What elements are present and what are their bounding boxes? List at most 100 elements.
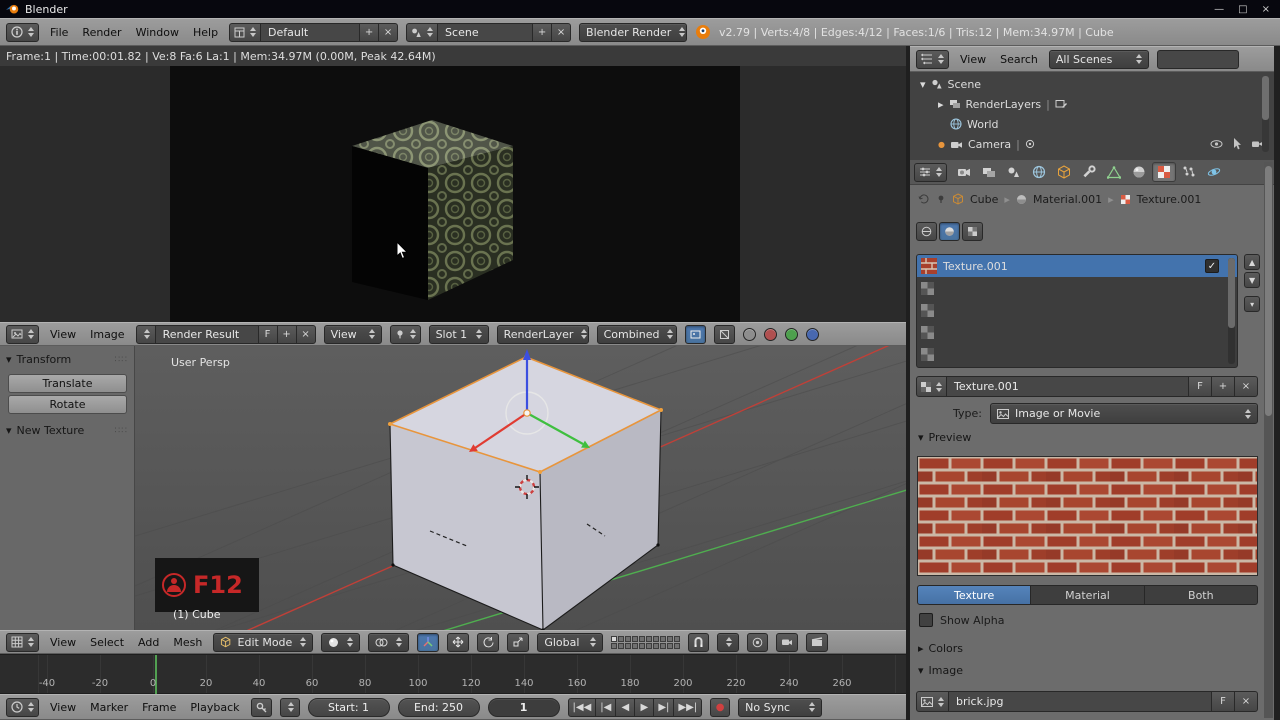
- texture-slot-row-empty[interactable]: [917, 277, 1237, 299]
- channel-luma-toggle[interactable]: [742, 327, 756, 341]
- image-panel-header[interactable]: ▾ Image: [918, 664, 1258, 677]
- outliner-item-scene[interactable]: ▾ Scene: [920, 74, 981, 94]
- manipulator-translate-button[interactable]: [447, 632, 470, 652]
- sync-mode-dropdown[interactable]: No Sync: [738, 697, 823, 717]
- breadcrumb-texture[interactable]: Texture.001: [1137, 193, 1202, 206]
- image-paint-toggle[interactable]: [684, 324, 706, 344]
- screen-layout-add-button[interactable]: +: [359, 22, 380, 42]
- auto-keyframe-record-button[interactable]: ●: [710, 697, 731, 717]
- previous-keyframe-button[interactable]: |◀: [595, 697, 617, 717]
- editor-type-button-info[interactable]: [6, 22, 39, 42]
- tab-material[interactable]: [1127, 162, 1151, 182]
- frame-start-field[interactable]: Start: 1: [307, 697, 390, 717]
- translate-button[interactable]: Translate: [8, 374, 127, 393]
- pivot-point-dropdown[interactable]: [368, 632, 410, 652]
- image-browse-button[interactable]: [135, 324, 156, 344]
- viewport-shading-dropdown[interactable]: [321, 632, 361, 652]
- editor-type-button-outliner[interactable]: [916, 49, 949, 69]
- menu-help[interactable]: Help: [190, 26, 221, 39]
- frame-end-field[interactable]: End: 250: [397, 697, 480, 717]
- menu-add[interactable]: Add: [135, 636, 162, 649]
- outliner-filter-input[interactable]: [1156, 49, 1239, 69]
- render-opengl-button[interactable]: [776, 632, 799, 652]
- outliner-item-renderlayers[interactable]: ▸ RenderLayers |: [938, 94, 1067, 114]
- snap-element-dropdown[interactable]: [717, 632, 740, 652]
- slot-move-down-button[interactable]: ▼: [1244, 272, 1261, 288]
- menu-view-timeline[interactable]: View: [47, 701, 79, 714]
- play-reverse-button[interactable]: ◀: [615, 697, 636, 717]
- play-button[interactable]: ▶: [634, 697, 655, 717]
- colors-panel-header[interactable]: ▸ Colors: [918, 642, 1258, 655]
- menu-frame[interactable]: Frame: [139, 701, 179, 714]
- visibility-eye-icon[interactable]: [1210, 139, 1223, 149]
- menu-image[interactable]: Image: [87, 328, 127, 341]
- menu-search[interactable]: Search: [997, 53, 1041, 66]
- orientation-dropdown[interactable]: Global: [537, 632, 604, 652]
- scene-name[interactable]: Scene: [437, 22, 534, 42]
- jump-to-end-button[interactable]: ▶▶|: [673, 697, 703, 717]
- menu-marker[interactable]: Marker: [87, 701, 131, 714]
- preview-both-tab[interactable]: Both: [1143, 585, 1258, 605]
- scene-delete-button[interactable]: ×: [551, 22, 572, 42]
- tab-world[interactable]: [1027, 162, 1051, 182]
- screen-layout-name[interactable]: Default: [260, 22, 361, 42]
- render-opengl-anim-button[interactable]: [806, 632, 829, 652]
- mode-dropdown[interactable]: Edit Mode: [213, 632, 314, 652]
- window-minimize-button[interactable]: —: [1214, 4, 1224, 15]
- preview-texture-tab[interactable]: Texture: [917, 585, 1032, 605]
- tab-scene[interactable]: [1002, 162, 1026, 182]
- properties-scrollbar[interactable]: [1264, 162, 1273, 718]
- menu-file[interactable]: File: [47, 26, 71, 39]
- tab-render[interactable]: [952, 162, 976, 182]
- image-datablock-name[interactable]: Render Result: [154, 324, 259, 344]
- proportional-edit-button[interactable]: [747, 632, 769, 652]
- menu-view-image-editor[interactable]: View: [47, 328, 79, 341]
- current-frame-field[interactable]: 1: [487, 697, 560, 717]
- outliner-item-label[interactable]: Camera: [968, 138, 1011, 151]
- current-frame-playhead[interactable]: [155, 655, 157, 695]
- next-keyframe-button[interactable]: ▶|: [653, 697, 675, 717]
- keying-set-menu-button[interactable]: [279, 697, 300, 717]
- tab-particles[interactable]: [1177, 162, 1201, 182]
- menu-playback[interactable]: Playback: [187, 701, 242, 714]
- menu-view-outliner[interactable]: View: [957, 53, 989, 66]
- image-file-fake-user-button[interactable]: F: [1211, 691, 1235, 712]
- outliner-item-label[interactable]: Scene: [948, 78, 982, 91]
- texture-slot-row-empty[interactable]: [917, 343, 1237, 365]
- snap-toggle-button[interactable]: [688, 632, 710, 652]
- outliner-item-label[interactable]: World: [967, 118, 999, 131]
- tab-physics[interactable]: [1202, 162, 1226, 182]
- image-view-mode-dropdown[interactable]: View: [323, 324, 382, 344]
- world-texture-toggle[interactable]: [916, 222, 937, 241]
- menu-select[interactable]: Select: [87, 636, 127, 649]
- manipulator-scale-button[interactable]: [507, 632, 530, 652]
- manipulator-toggle-button[interactable]: [417, 632, 440, 652]
- texture-fake-user-button[interactable]: F: [1188, 376, 1212, 397]
- rotate-button[interactable]: Rotate: [8, 395, 127, 414]
- menu-render[interactable]: Render: [79, 26, 124, 39]
- editor-type-button-3dview[interactable]: [6, 632, 39, 652]
- image-new-button[interactable]: +: [276, 324, 297, 344]
- tab-texture[interactable]: [1152, 162, 1176, 182]
- render-pass-dropdown[interactable]: Combined: [596, 324, 677, 344]
- breadcrumb-material[interactable]: Material.001: [1033, 193, 1102, 206]
- texture-name-field[interactable]: Texture.001: [946, 376, 1189, 397]
- image-mask-toggle[interactable]: [713, 324, 735, 344]
- new-texture-panel-header[interactable]: ▾ New Texture ∷∷: [0, 414, 134, 441]
- viewport-3d[interactable]: User Persp F12 (1) Cube: [135, 346, 910, 630]
- outliner-scrollbar[interactable]: [1262, 76, 1269, 152]
- preview-material-tab[interactable]: Material: [1030, 585, 1145, 605]
- layers-widget[interactable]: [611, 635, 681, 649]
- image-file-name-field[interactable]: brick.jpg: [948, 691, 1212, 712]
- texture-type-dropdown[interactable]: Image or Movie: [990, 403, 1258, 424]
- outliner-item-world[interactable]: World: [950, 114, 999, 134]
- image-unlink-button[interactable]: ×: [295, 324, 316, 344]
- render-layer-dropdown[interactable]: RenderLayer: [496, 324, 589, 344]
- texture-slot-row-selected[interactable]: Texture.001 ✓: [917, 255, 1237, 277]
- image-file-unlink-button[interactable]: ×: [1234, 691, 1258, 712]
- image-fake-user-button[interactable]: F: [257, 324, 278, 344]
- outliner-scope-dropdown[interactable]: All Scenes: [1048, 49, 1149, 69]
- window-close-button[interactable]: ×: [1262, 4, 1270, 15]
- transform-panel-header[interactable]: ▾ Transform ∷∷: [0, 346, 134, 370]
- expander-icon[interactable]: ▸: [938, 98, 944, 111]
